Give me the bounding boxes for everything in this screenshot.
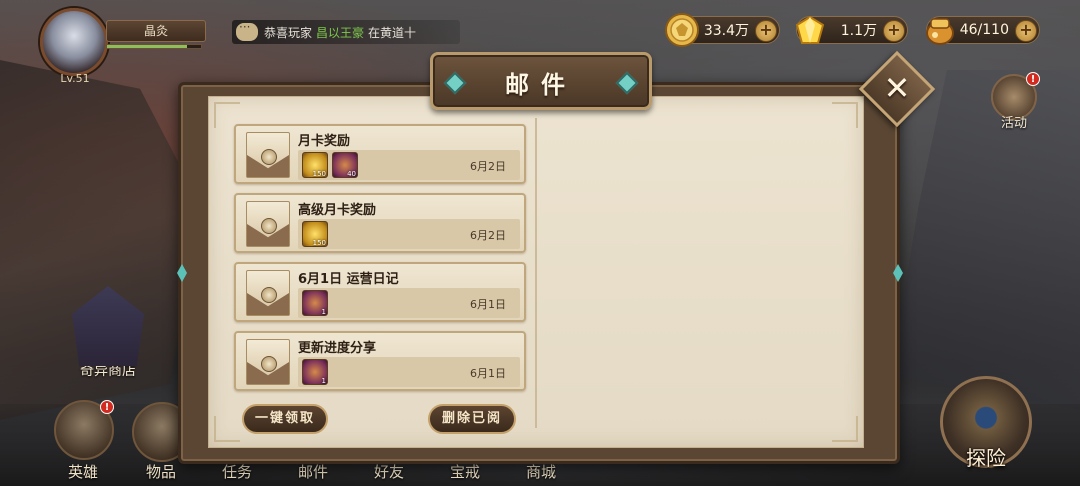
envelope-icon: [246, 132, 290, 178]
chest-reward-icon: 40: [332, 152, 358, 178]
mail-title: 6月1日 运营日记: [298, 272, 399, 287]
player-name: 晶灸: [106, 20, 206, 42]
ornament-corner-icon: [832, 102, 858, 128]
diamond-reward-icon: 150: [302, 221, 328, 247]
mystery-shop-button[interactable]: 奇异商店: [58, 286, 158, 386]
player-avatar[interactable]: [40, 8, 108, 76]
explore-label: 探险: [966, 446, 1006, 470]
add-gold-button[interactable]: +: [755, 20, 777, 42]
add-diamond-button[interactable]: +: [883, 20, 905, 42]
stamina-icon: [926, 18, 954, 45]
nav-items[interactable]: 物品: [146, 461, 176, 482]
envelope-icon: [246, 339, 290, 385]
mail-title: 月卡奖励: [298, 134, 351, 149]
exp-bar: [106, 44, 202, 49]
explore-button[interactable]: 探险: [936, 376, 1036, 486]
chest-reward-icon: 1: [302, 359, 328, 385]
mail-attachments: 1 6月1日: [298, 357, 520, 387]
ornament-corner-icon: [832, 416, 858, 442]
nav-friends[interactable]: 好友: [374, 461, 404, 482]
envelope-icon: [246, 201, 290, 247]
mail-date: 6月2日: [470, 229, 506, 242]
mail-attachments: 150 6月2日: [298, 219, 520, 249]
chat-suffix: 在黄道十: [368, 25, 417, 40]
reward-count: 1: [321, 377, 326, 385]
claim-all-button[interactable]: 一键领取: [242, 404, 328, 434]
reward-count: 150: [312, 170, 326, 178]
chat-bubble-icon: [236, 20, 258, 41]
close-icon[interactable]: ✕: [870, 62, 924, 116]
diamond-currency: 1.1万 +: [795, 15, 908, 44]
nav-quests[interactable]: 任务: [222, 461, 252, 482]
reward-count: 40: [347, 170, 356, 178]
hero-alert-dot: !: [100, 400, 114, 414]
mail-attachments: 150 40 6月2日: [298, 150, 520, 180]
chat-prefix: 恭喜玩家: [264, 25, 313, 40]
reward-count: 150: [312, 239, 326, 247]
nav-mail[interactable]: 邮件: [298, 461, 328, 482]
event-label: 活动: [1000, 116, 1027, 131]
mail-attachments: 1 6月1日: [298, 288, 520, 318]
stamina-currency: 46/110 +: [926, 16, 1040, 45]
diamond-icon: [795, 15, 825, 44]
mail-item[interactable]: 高级月卡奖励 150 6月2日: [234, 193, 526, 253]
event-alert-dot: !: [1026, 72, 1040, 86]
wax-seal-icon: [261, 218, 277, 234]
mail-title: 更新进度分享: [298, 341, 377, 356]
event-button[interactable]: 活动 !: [984, 72, 1044, 134]
shop-tent-icon: [72, 286, 144, 366]
mail-date: 6月1日: [470, 367, 506, 380]
mail-list: 月卡奖励 150 40 6月2日 高级月卡奖励 150 6月2日 6月1日 运营日记 1 6月1日…: [234, 124, 526, 400]
envelope-icon: [246, 270, 290, 316]
wax-seal-icon: [261, 287, 277, 303]
world-chat-ticker[interactable]: 恭喜玩家 昌以王豪 在黄道十: [232, 20, 460, 44]
wax-seal-icon: [261, 356, 277, 372]
mail-dialog-title: 邮件: [505, 71, 577, 99]
reward-count: 1: [321, 308, 326, 316]
mail-item[interactable]: 6月1日 运营日记 1 6月1日: [234, 262, 526, 322]
nav-market[interactable]: 商城: [526, 461, 556, 482]
mail-dialog-divider: [535, 118, 537, 428]
mail-item[interactable]: 月卡奖励 150 40 6月2日: [234, 124, 526, 184]
gold-coin-icon: [665, 13, 699, 47]
gold-currency: 33.4万 +: [665, 13, 780, 47]
mail-title: 高级月卡奖励: [298, 203, 377, 218]
chest-reward-icon: 1: [302, 290, 328, 316]
nav-rings[interactable]: 宝戒: [450, 461, 480, 482]
mail-item[interactable]: 更新进度分享 1 6月1日: [234, 331, 526, 391]
delete-read-button[interactable]: 删除已阅: [428, 404, 516, 434]
mail-title-banner: 邮件: [430, 52, 652, 110]
ornament-corner-icon: [214, 416, 240, 442]
mail-date: 6月2日: [470, 160, 506, 173]
diamond-reward-icon: 150: [302, 152, 328, 178]
nav-hero[interactable]: 英雄: [68, 461, 98, 482]
wax-seal-icon: [261, 149, 277, 165]
chat-player-name: 昌以王豪: [316, 25, 365, 40]
player-level: Lv.51: [60, 72, 90, 85]
exp-bar-fill: [107, 45, 187, 48]
add-stamina-button[interactable]: +: [1015, 20, 1037, 42]
mail-date: 6月1日: [470, 298, 506, 311]
